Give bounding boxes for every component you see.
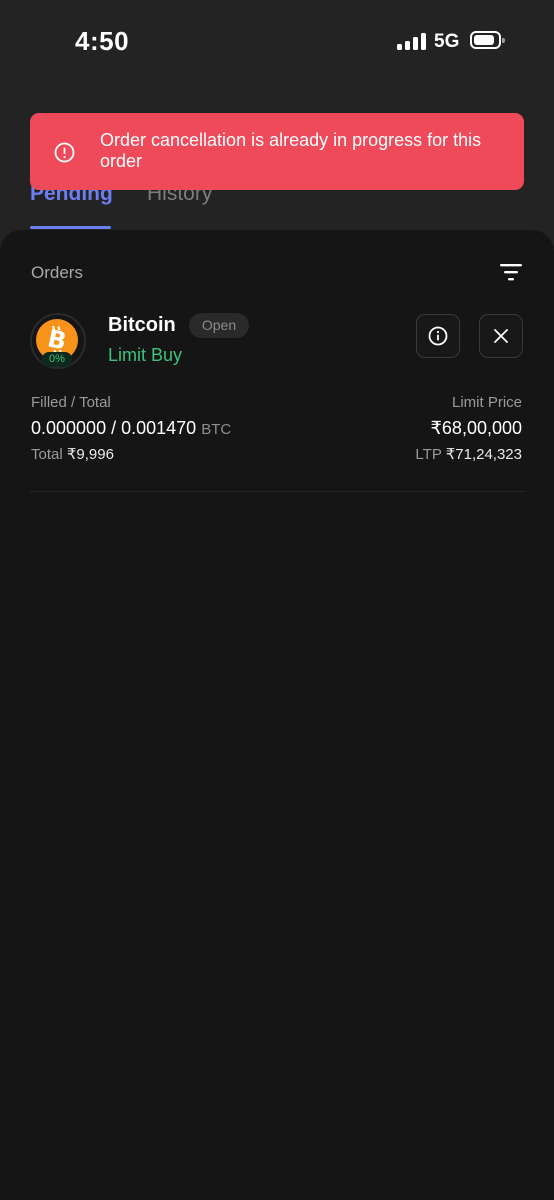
status-time: 4:50 — [75, 26, 130, 56]
status-bar: 4:50 5G — [0, 0, 554, 80]
last-traded-price: LTP ₹71,24,323 — [415, 445, 522, 463]
fill-percent-badge: 0% — [42, 352, 72, 367]
quantity-separator: / — [106, 418, 122, 438]
orders-sheet — [0, 230, 554, 1200]
network-type: 5G — [434, 31, 460, 52]
battery-icon — [470, 31, 505, 49]
total-label: Total — [31, 446, 67, 463]
active-tab-indicator — [30, 226, 111, 229]
quantity-unit: BTC — [201, 421, 232, 438]
order-total: Total ₹9,996 — [31, 445, 114, 463]
toast-message: Order cancellation is already in progres… — [100, 130, 482, 171]
order-info-button[interactable] — [416, 314, 460, 358]
filled-total-value: 0.000000 / 0.001470 BTC — [31, 418, 231, 439]
total-value: ₹9,996 — [66, 446, 114, 463]
coin-name: Bitcoin — [108, 314, 176, 336]
info-icon — [428, 326, 448, 346]
order-divider — [30, 491, 524, 492]
limit-price-value: ₹68,00,000 — [430, 418, 522, 438]
filled-quantity: 0.000000 — [31, 418, 107, 438]
total-quantity: 0.001470 — [121, 418, 197, 438]
filter-icon[interactable] — [500, 264, 522, 281]
limit-price-label: Limit Price — [451, 394, 522, 411]
alert-icon — [54, 142, 75, 163]
cancel-order-button[interactable] — [479, 314, 523, 358]
cellular-signal-icon — [397, 33, 427, 50]
close-icon — [494, 329, 508, 343]
orders-heading: Orders — [31, 263, 83, 282]
order-type: Limit Buy — [108, 345, 183, 365]
filled-total-label: Filled / Total — [31, 394, 111, 411]
ltp-value: ₹71,24,323 — [445, 446, 522, 463]
ltp-label: LTP — [415, 446, 446, 463]
order-status-badge: Open — [189, 313, 249, 338]
